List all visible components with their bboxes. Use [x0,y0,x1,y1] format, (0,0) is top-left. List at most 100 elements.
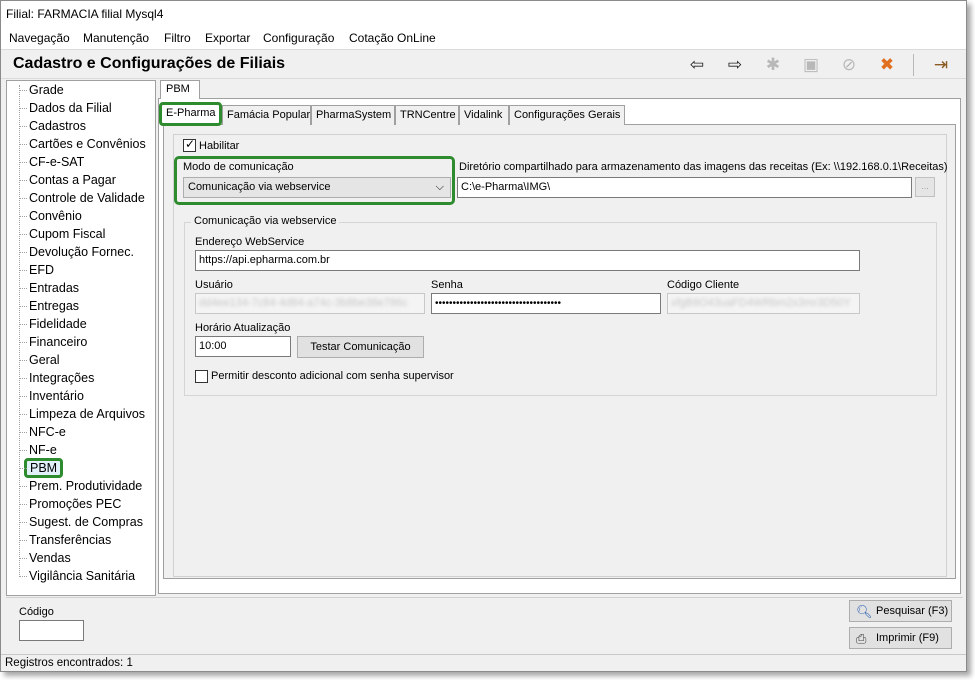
sidebar-item-pbm[interactable]: PBM [19,458,64,478]
tree-connector [19,486,27,487]
cancel-icon[interactable]: ⊘ [836,53,862,77]
sidebar-item-contas-a-pagar[interactable]: Contas a Pagar [19,172,116,190]
tab-vidalink[interactable]: Vidalink [459,105,509,125]
pesquisar-label: Pesquisar (F3) [876,605,949,617]
tab-pbm[interactable]: PBM [160,80,200,99]
endereco-label: Endereço WebService [195,236,305,248]
header-bar: Cadastro e Configurações de Filiais ⇦ ⇨ … [1,49,966,79]
sidebar-item-integracoes[interactable]: Integrações [19,370,94,388]
codigo-field[interactable] [19,620,84,641]
menu-cotacao-online[interactable]: Cotação OnLine [349,31,436,45]
modo-select[interactable]: Comunicação via webservice ⌵ [183,177,451,198]
menu-manutencao[interactable]: Manutenção [83,31,149,45]
check-icon: ✓ [185,137,196,151]
sidebar-item-sugest-de-compras[interactable]: Sugest. de Compras [19,514,143,532]
tree-connector [19,522,27,523]
modo-label: Modo de comunicação [183,161,294,173]
sidebar-item-financeiro[interactable]: Financeiro [19,334,87,352]
sidebar-item-label: Convênio [29,209,82,223]
tab-e-pharma[interactable]: E-Pharma [159,102,222,126]
sidebar-item-prem-produtividade[interactable]: Prem. Produtividade [19,478,142,496]
sidebar-item-cf-e-sat[interactable]: CF-e-SAT [19,154,84,172]
window-title: Filial: FARMACIA filial Mysql4 [6,7,164,21]
printer-icon: ⎙ [856,631,867,646]
title-bar: Filial: FARMACIA filial Mysql4 [1,1,966,27]
sidebar-item-limpeza-de-arquivos[interactable]: Limpeza de Arquivos [19,406,145,424]
save-icon[interactable]: ▣ [798,53,824,77]
tab-farmacia-popular[interactable]: Famácia Popular [222,105,311,125]
tree-connector [19,90,27,91]
exit-icon[interactable]: ⇥ [928,53,954,77]
tab-pharmasystem[interactable]: PharmaSystem [311,105,395,125]
horario-field[interactable]: 10:00 [195,336,291,357]
arrow-right-icon[interactable]: ⇨ [722,53,748,77]
toolbar-separator [913,54,914,76]
menu-exportar[interactable]: Exportar [205,31,250,45]
tree-connector [19,270,27,271]
delete-icon[interactable]: ✖ [874,53,900,77]
search-icon: 🔍︎ [856,604,873,619]
diretorio-label: Diretório compartilhado para armazenamen… [459,161,948,173]
tree-connector [19,162,27,163]
imprimir-button[interactable]: ⎙ Imprimir (F9) [849,627,952,649]
tree-connector [19,450,27,451]
sidebar-item-cadastros[interactable]: Cadastros [19,118,86,136]
sidebar-item-vigilancia-sanitaria[interactable]: Vigilância Sanitária [19,568,135,586]
sidebar-item-label: Devolução Fornec. [29,245,134,259]
tree-connector [19,180,27,181]
tree-connector [19,432,27,433]
sidebar-item-label: Sugest. de Compras [29,515,143,529]
sidebar-item-dados-da-filial[interactable]: Dados da Filial [19,100,112,118]
sidebar-item-label: CF-e-SAT [29,155,85,169]
menu-configuracao[interactable]: Configuração [263,31,334,45]
tree-connector [19,324,27,325]
tab-trncentre[interactable]: TRNCentre [395,105,459,125]
bottom-panel [6,597,963,651]
sidebar-item-grade[interactable]: Grade [19,82,64,100]
tab-configuracoes-gerais[interactable]: Configurações Gerais [509,105,625,125]
sidebar-item-efd[interactable]: EFD [19,262,54,280]
sidebar-item-vendas[interactable]: Vendas [19,550,71,568]
sidebar-item-entradas[interactable]: Entradas [19,280,79,298]
sidebar-item-promocoes-pec[interactable]: Promoções PEC [19,496,121,514]
sidebar-item-label: NFC-e [29,425,66,439]
sidebar-item-transferencias[interactable]: Transferências [19,532,111,550]
menu-navegacao[interactable]: Navegação [9,31,70,45]
tree-connector [19,342,27,343]
tree-connector [19,378,27,379]
browse-button[interactable]: ... [915,177,935,197]
pesquisar-button[interactable]: 🔍︎ Pesquisar (F3) [849,600,952,622]
arrow-left-icon[interactable]: ⇦ [684,53,710,77]
sidebar-item-controle-de-validade[interactable]: Controle de Validade [19,190,145,208]
sidebar-item-cartoes-e-convenios[interactable]: Cartões e Convênios [19,136,146,154]
sidebar-item-convenio[interactable]: Convênio [19,208,82,226]
endereco-field[interactable]: https://api.epharma.com.br [195,250,860,271]
habilitar-checkbox[interactable]: ✓ [183,137,196,152]
sidebar-item-entregas[interactable]: Entregas [19,298,79,316]
sidebar-item-label: Cadastros [29,119,86,133]
new-record-icon[interactable]: ✱ [760,53,786,77]
sidebar-item-label: Vendas [29,551,71,565]
senha-field[interactable]: •••••••••••••••••••••••••••••••••••• [431,293,661,314]
menu-filtro[interactable]: Filtro [164,31,191,45]
sidebar-item-nfc-e[interactable]: NFC-e [19,424,66,442]
sidebar-item-fidelidade[interactable]: Fidelidade [19,316,87,334]
sidebar-item-label: Inventário [29,389,84,403]
sidebar-item-label: Dados da Filial [29,101,112,115]
codigo-cliente-field[interactable]: xfgB8O43uaFD4WRbm2x3mr3D50Y [667,293,860,314]
tree-connector [19,558,27,559]
usuario-field[interactable]: dd4ee134-7c84-4d84-a74c-3b8be38e786c [195,293,425,314]
tree-connector [19,504,27,505]
sidebar-item-label: Geral [29,353,60,367]
tree-connector [19,468,27,469]
sidebar-item-devolucao-fornec[interactable]: Devolução Fornec. [19,244,134,262]
diretorio-field[interactable]: C:\e-Pharma\IMG\ [457,177,912,198]
codigo-label: Código [19,606,54,618]
sidebar-item-geral[interactable]: Geral [19,352,60,370]
sidebar-item-inventario[interactable]: Inventário [19,388,84,406]
permitir-checkbox[interactable] [195,370,208,383]
sidebar-item-cupom-fiscal[interactable]: Cupom Fiscal [19,226,105,244]
sidebar-item-label: Cupom Fiscal [29,227,106,241]
status-bar: Registros encontrados: 1 [1,654,966,671]
testar-comunicacao-button[interactable]: Testar Comunicação [297,336,424,358]
